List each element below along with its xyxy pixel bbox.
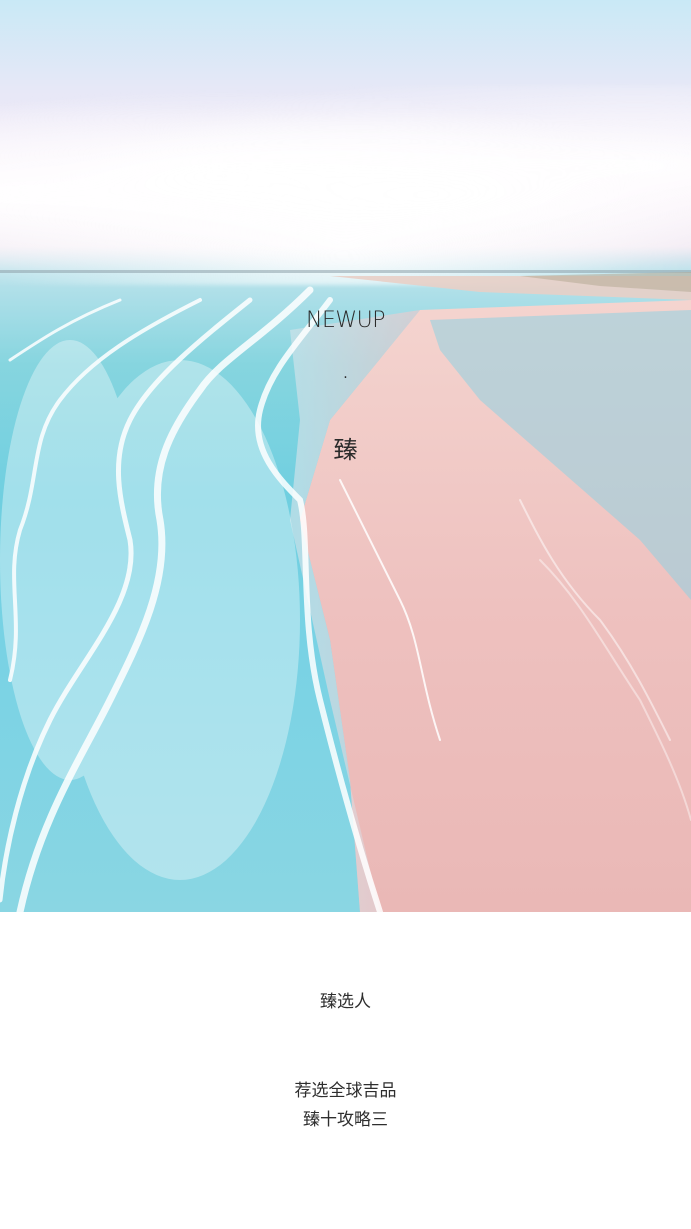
footer-title: 臻选人 bbox=[320, 992, 371, 1012]
brand-title: NEWUP bbox=[306, 308, 385, 333]
hero-beach-image: NEWUP · 臻 bbox=[0, 0, 691, 912]
footer-caption: 臻选人 荐选全球吉品 臻十攻略三 bbox=[0, 912, 691, 1229]
brand-character: 臻 bbox=[333, 436, 358, 464]
separator-dot: · bbox=[343, 370, 348, 386]
footer-line-1: 荐选全球吉品 bbox=[294, 1081, 397, 1101]
footer-line-2: 臻十攻略三 bbox=[303, 1110, 388, 1130]
